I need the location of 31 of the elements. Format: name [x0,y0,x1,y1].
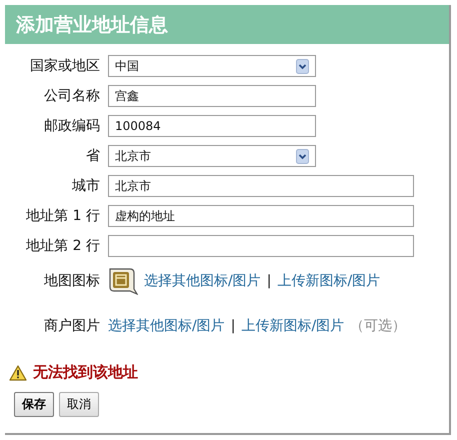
link[interactable]: 上传新图标/图片 [241,317,344,335]
link[interactable]: 选择其他图标/图片 [108,317,225,335]
link[interactable]: 上传新图标/图片 [277,272,380,290]
field-label: 地址第 2 行 [25,237,100,255]
map-marker-icon [108,267,138,295]
input-field[interactable]: 虚构的地址 [108,205,414,227]
error-message: 无法找到该地址 [33,363,138,382]
input-field[interactable]: 宫鑫 [108,85,316,107]
input-field[interactable] [108,235,414,257]
field-label: 邮政编码 [43,117,100,135]
dropdown[interactable]: 北京市 [108,145,316,167]
cancel-button[interactable]: 取消 [59,392,99,417]
field-label: 国家或地区 [29,57,100,75]
save-button[interactable]: 保存 [14,392,54,417]
warning-icon [9,364,27,380]
separator: | [266,273,272,289]
field-label: 城市 [71,177,100,195]
field-label: 省 [85,147,100,165]
optional-note: （可选） [350,317,406,335]
input-field[interactable]: 100084 [108,115,316,137]
field-label: 地图图标 [43,272,100,290]
caret-icon [296,58,309,74]
caret-icon [296,148,309,164]
input-field[interactable]: 北京市 [108,175,414,197]
dialog-title: 添加营业地址信息 [16,12,168,38]
link[interactable]: 选择其他图标/图片 [144,272,261,290]
dropdown[interactable]: 中国 [108,55,316,77]
separator: | [230,318,236,334]
field-label: 商户图片 [43,317,100,335]
field-label: 公司名称 [43,87,100,105]
field-label: 地址第 1 行 [25,207,100,225]
